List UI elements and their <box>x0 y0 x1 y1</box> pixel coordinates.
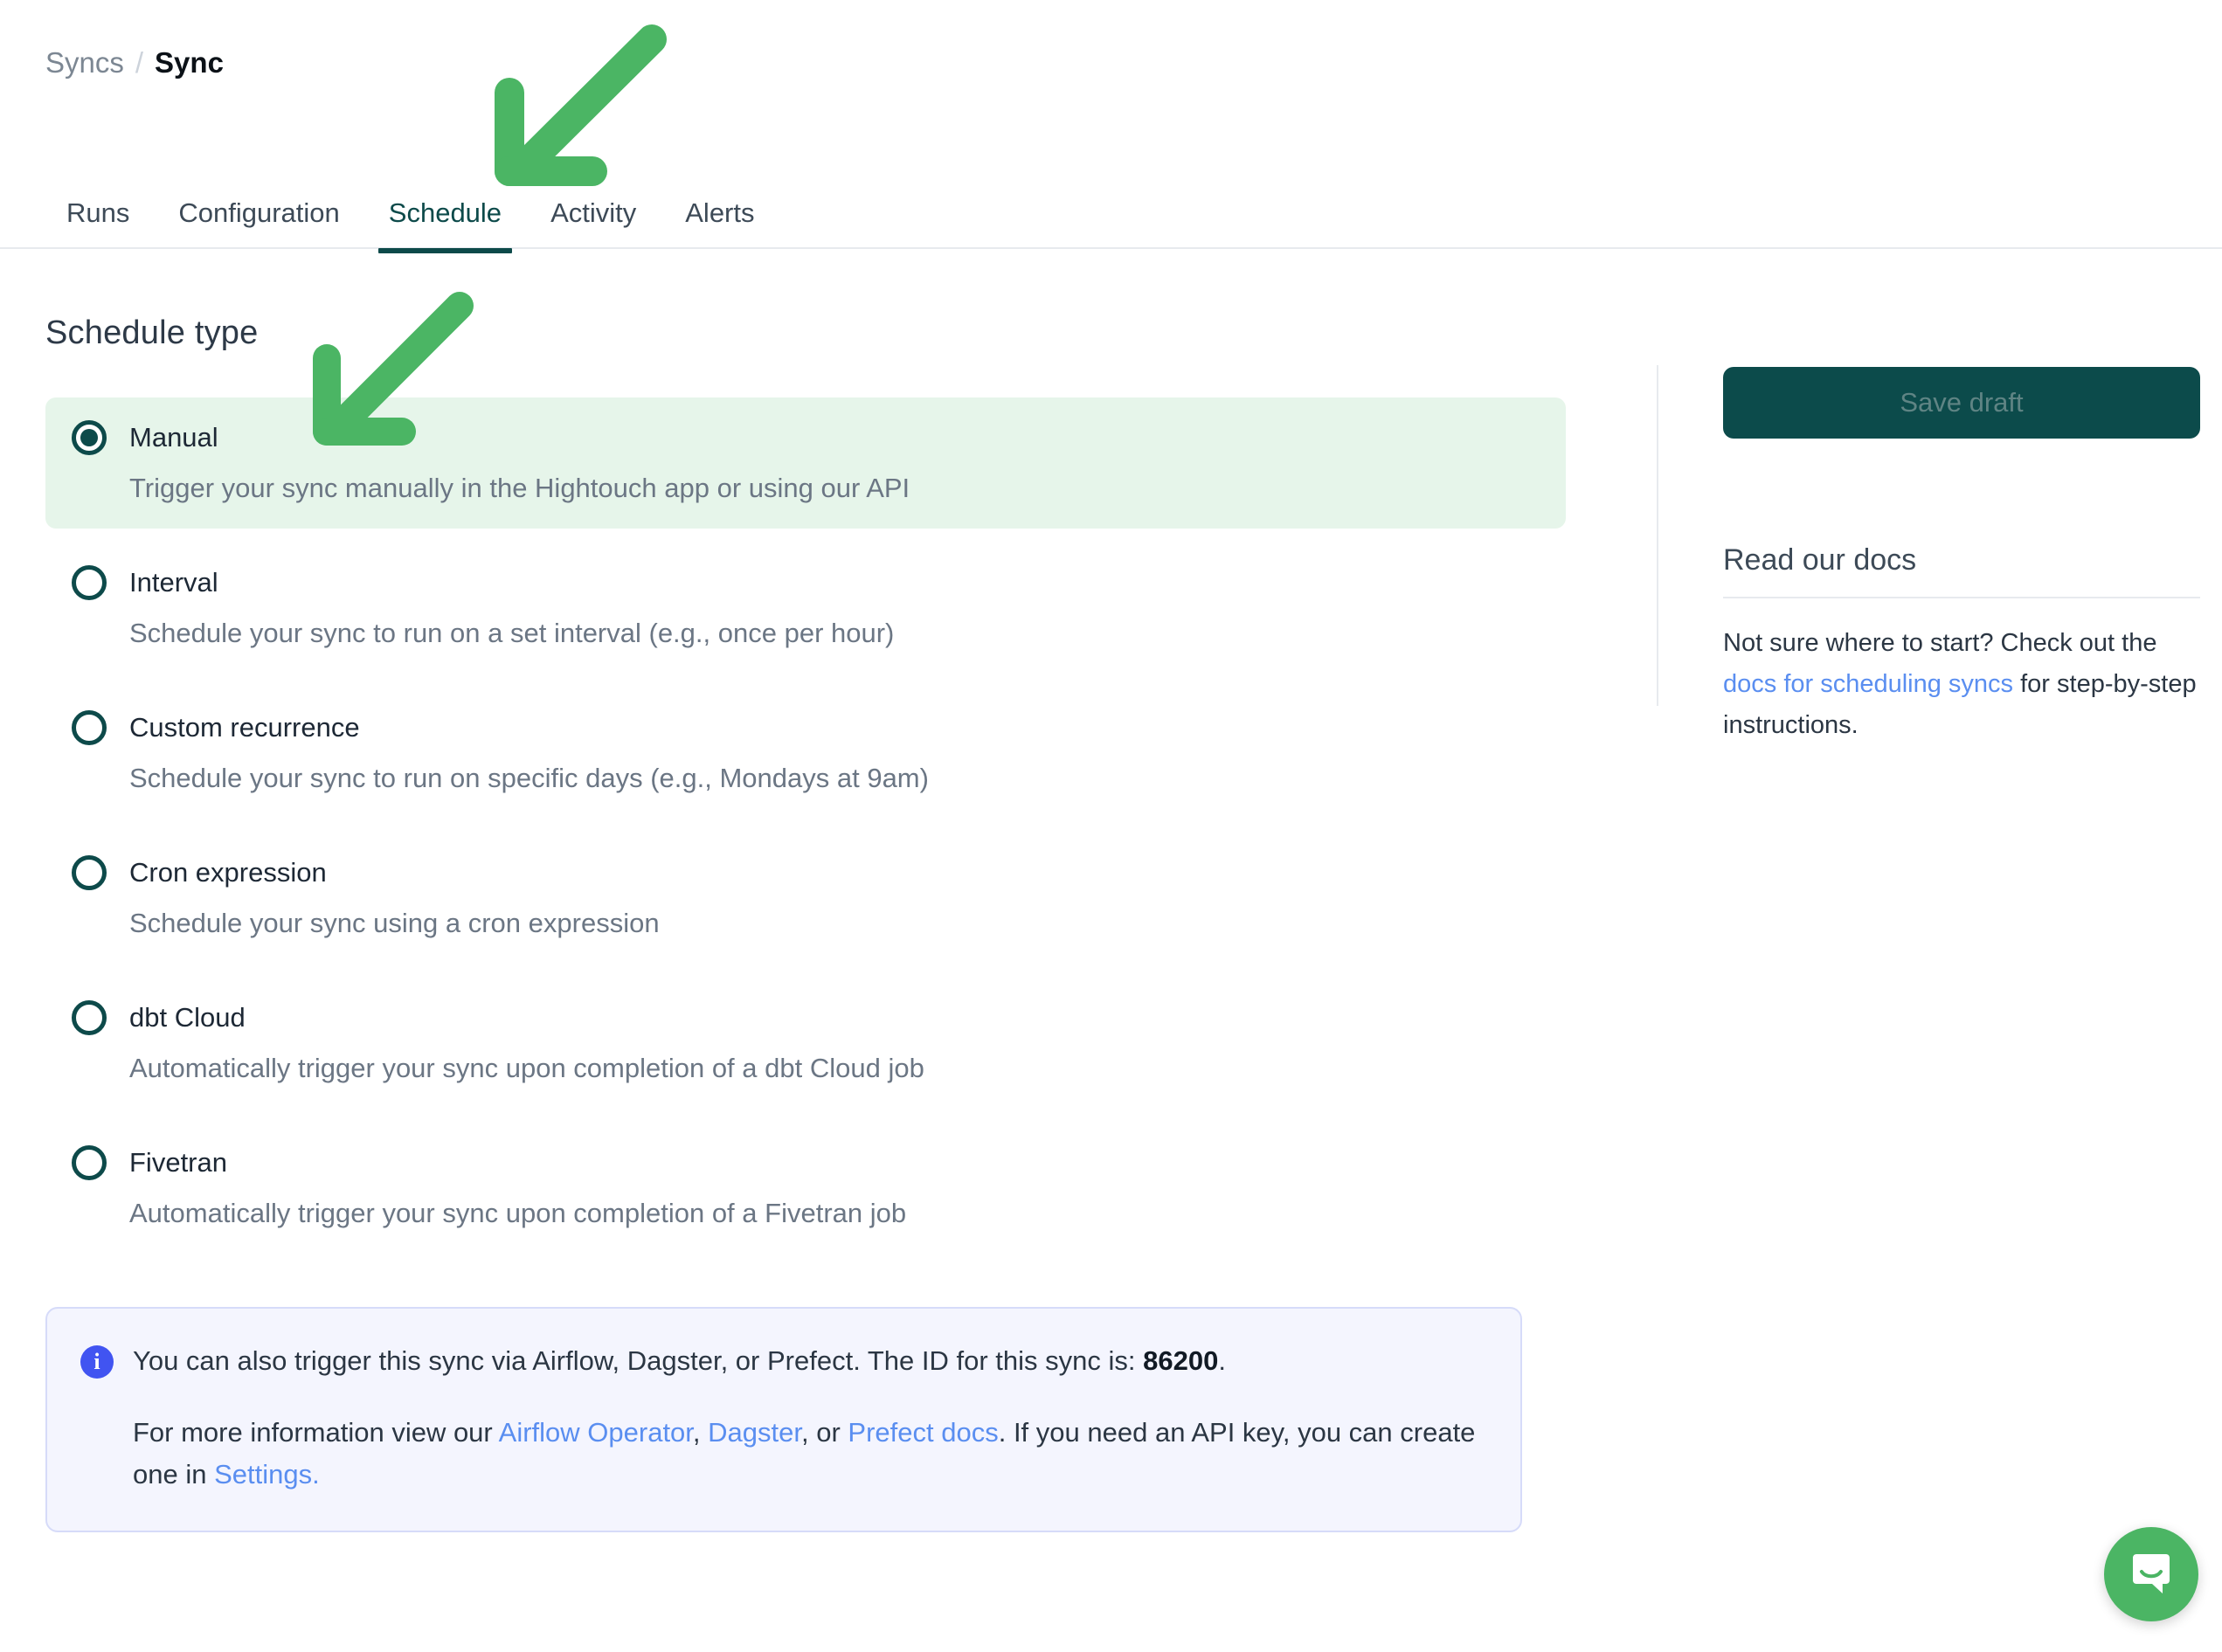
prefect-docs-link[interactable]: Prefect docs <box>848 1417 998 1448</box>
tab-runs-label: Runs <box>66 197 130 228</box>
tab-activity[interactable]: Activity <box>526 190 661 252</box>
schedule-option-dbt-cloud-label: dbt Cloud <box>129 1002 246 1033</box>
callout-line1-text: You can also trigger this sync via Airfl… <box>133 1340 1226 1382</box>
docs-help-prefix: Not sure where to start? Check out the <box>1723 629 2157 657</box>
schedule-option-interval-description: Schedule your sync to run on a set inter… <box>129 618 895 648</box>
tab-configuration-label: Configuration <box>178 197 340 228</box>
callout-line1-suffix: . <box>1218 1345 1226 1376</box>
tab-alerts-label: Alerts <box>685 197 755 228</box>
radio-custom-recurrence-icon[interactable] <box>72 710 107 745</box>
chat-launcher-button[interactable] <box>2104 1527 2198 1621</box>
schedule-option-interval[interactable]: Interval Schedule your sync to run on a … <box>45 543 1566 674</box>
schedule-option-cron-expression-head: Cron expression <box>72 855 1540 890</box>
schedule-option-cron-expression-description: Schedule your sync using a cron expressi… <box>129 908 660 938</box>
schedule-option-interval-label: Interval <box>129 567 218 598</box>
radio-dbt-cloud-icon[interactable] <box>72 1000 107 1035</box>
breadcrumb-separator: / <box>135 46 144 79</box>
tab-schedule-label: Schedule <box>388 197 502 228</box>
schedule-option-cron-expression[interactable]: Cron expression Schedule your sync using… <box>45 833 1566 964</box>
radio-manual-icon[interactable] <box>72 420 107 455</box>
callout-sep-2: , or <box>801 1417 848 1448</box>
page-title: Schedule type <box>45 315 259 351</box>
schedule-option-manual-description: Trigger your sync manually in the Highto… <box>129 473 910 503</box>
breadcrumb-parent-link[interactable]: Syncs <box>45 48 124 77</box>
dagster-link[interactable]: Dagster <box>708 1417 801 1448</box>
read-our-docs-heading: Read our docs <box>1723 543 2200 598</box>
rail-divider <box>1657 365 1658 706</box>
tab-activity-label: Activity <box>550 197 637 228</box>
info-icon: i <box>80 1345 114 1379</box>
tab-list: Runs Configuration Schedule Activity Ale… <box>45 190 779 253</box>
schedule-option-manual-head: Manual <box>72 420 1540 455</box>
schedule-option-fivetran-label: Fivetran <box>129 1147 227 1178</box>
callout-line2-prefix: For more information view our <box>133 1417 499 1448</box>
schedule-option-fivetran[interactable]: Fivetran Automatically trigger your sync… <box>45 1123 1566 1254</box>
docs-help-text: Not sure where to start? Check out the d… <box>1723 623 2200 746</box>
schedule-option-custom-recurrence-description: Schedule your sync to run on specific da… <box>129 763 929 793</box>
side-rail: Save draft Read our docs Not sure where … <box>1723 367 2200 746</box>
settings-link[interactable]: Settings. <box>214 1459 320 1490</box>
schedule-option-dbt-cloud-description: Automatically trigger your sync upon com… <box>129 1053 924 1083</box>
save-draft-label: Save draft <box>1900 387 2024 418</box>
breadcrumb: Syncs / Sync <box>45 48 224 77</box>
schedule-option-cron-expression-label: Cron expression <box>129 857 327 888</box>
schedule-option-dbt-cloud[interactable]: dbt Cloud Automatically trigger your syn… <box>45 978 1566 1109</box>
radio-cron-expression-icon[interactable] <box>72 855 107 890</box>
callout-sep-1: , <box>692 1417 709 1448</box>
annotation-arrow-to-schedule-tab <box>479 16 689 217</box>
tab-alerts[interactable]: Alerts <box>661 190 779 252</box>
schedule-option-custom-recurrence-head: Custom recurrence <box>72 710 1540 745</box>
tab-schedule[interactable]: Schedule <box>364 190 526 253</box>
schedule-option-fivetran-description: Automatically trigger your sync upon com… <box>129 1198 907 1228</box>
callout-line1-prefix: You can also trigger this sync via Airfl… <box>133 1345 1144 1376</box>
save-draft-button[interactable]: Save draft <box>1723 367 2200 439</box>
chat-bubble-icon <box>2133 1554 2170 1593</box>
radio-interval-icon[interactable] <box>72 565 107 600</box>
tab-runs[interactable]: Runs <box>45 190 154 252</box>
scheduling-syncs-docs-link[interactable]: docs for scheduling syncs <box>1723 670 2013 698</box>
schedule-option-fivetran-head: Fivetran <box>72 1145 1540 1180</box>
tab-configuration[interactable]: Configuration <box>154 190 363 252</box>
tab-bar: Runs Configuration Schedule Activity Ale… <box>0 190 2222 253</box>
schedule-page: Syncs / Sync Runs Configuration Schedule… <box>0 0 2222 1652</box>
schedule-option-custom-recurrence[interactable]: Custom recurrence Schedule your sync to … <box>45 688 1566 819</box>
schedule-type-radio-group: Manual Trigger your sync manually in the… <box>45 397 1566 1254</box>
main-content: Schedule type Manual Trigger your sync m… <box>45 315 1566 1268</box>
radio-fivetran-icon[interactable] <box>72 1145 107 1180</box>
sync-id-value: 86200 <box>1143 1345 1219 1376</box>
airflow-operator-link[interactable]: Airflow Operator <box>499 1417 693 1448</box>
schedule-option-manual[interactable]: Manual Trigger your sync manually in the… <box>45 397 1566 529</box>
breadcrumb-current: Sync <box>155 46 224 79</box>
schedule-option-manual-label: Manual <box>129 422 218 453</box>
schedule-option-interval-head: Interval <box>72 565 1540 600</box>
callout-second-line: For more information view our Airflow Op… <box>133 1412 1485 1496</box>
schedule-option-custom-recurrence-label: Custom recurrence <box>129 712 360 743</box>
sync-trigger-info-callout: i You can also trigger this sync via Air… <box>45 1307 1522 1533</box>
schedule-option-dbt-cloud-head: dbt Cloud <box>72 1000 1540 1035</box>
callout-first-line: i You can also trigger this sync via Air… <box>80 1340 1485 1382</box>
